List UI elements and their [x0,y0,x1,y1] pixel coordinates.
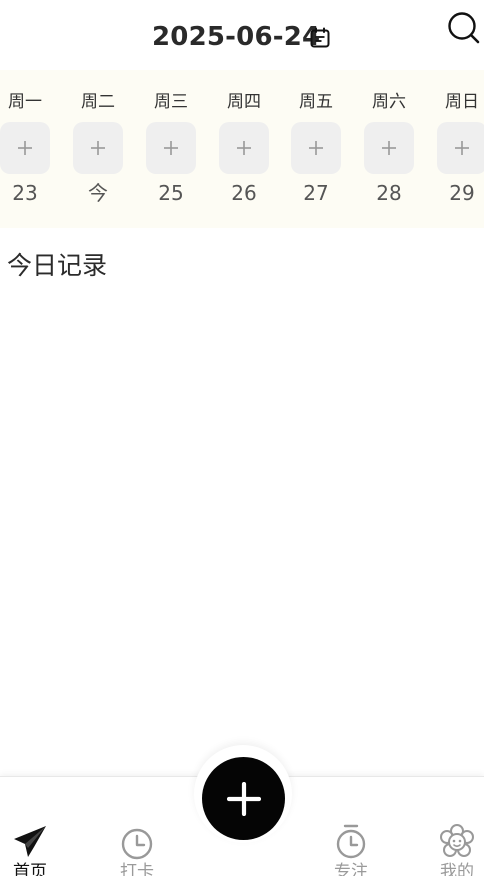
weekday-label: 周五 [299,92,333,112]
plus-icon [91,141,105,155]
plus-icon [237,141,251,155]
weekday-label: 周二 [81,92,115,112]
nav-label: 打卡 [120,862,154,876]
nav-label: 首页 [13,862,47,876]
day-number: 25 [158,181,184,205]
flower-icon [440,824,474,857]
nav-item-focus[interactable]: 专注 [311,820,391,876]
weekday-label: 周三 [154,92,188,112]
day-add-button[interactable] [0,122,50,174]
calendar-icon[interactable] [309,27,331,49]
week-strip: 周一 23 周二 今 周三 25 周四 26 周五 27 周六 28 周日 29 [0,70,484,228]
weekday-label: 周六 [372,92,406,112]
day-number: 29 [449,181,475,205]
plus-icon [18,141,32,155]
day-number: 23 [12,181,38,205]
weekday-label: 周四 [227,92,261,112]
nav-label: 我的 [440,862,474,876]
clock-icon [121,828,153,860]
plus-icon [226,781,261,816]
day-number: 28 [376,181,402,205]
paper-plane-icon [14,826,46,857]
day-add-button[interactable] [291,122,341,174]
day-column[interactable]: 周日 29 [432,70,484,228]
day-add-button[interactable] [437,122,484,174]
plus-icon [455,141,469,155]
nav-item-home[interactable]: 首页 [0,820,70,876]
nav-item-profile[interactable]: 我的 [417,820,484,876]
day-column[interactable]: 周二 今 [68,70,128,228]
plus-icon [382,141,396,155]
timer-icon [336,824,366,859]
day-add-button[interactable] [73,122,123,174]
day-add-button[interactable] [364,122,414,174]
day-add-button[interactable] [146,122,196,174]
day-column[interactable]: 周六 28 [359,70,419,228]
plus-icon [309,141,323,155]
day-column[interactable]: 周一 23 [0,70,55,228]
nav-label: 专注 [334,862,368,876]
section-title: 今日记录 [7,251,108,280]
search-icon[interactable] [445,10,481,46]
weekday-label: 周日 [445,92,479,112]
plus-icon [164,141,178,155]
day-column[interactable]: 周五 27 [286,70,346,228]
day-add-button[interactable] [219,122,269,174]
nav-item-checkin[interactable]: 打卡 [97,820,177,876]
home-screen: 2025-06-24 周一 23 周二 今 周三 25 周四 26 周五 27 … [0,0,484,876]
day-column[interactable]: 周三 25 [141,70,201,228]
header: 2025-06-24 [0,0,484,70]
weekday-label: 周一 [8,92,42,112]
day-number: 26 [231,181,257,205]
day-column[interactable]: 周四 26 [214,70,274,228]
date-title[interactable]: 2025-06-24 [152,20,320,54]
add-record-button[interactable] [202,757,285,840]
day-number: 27 [303,181,329,205]
day-number: 今 [88,181,108,205]
